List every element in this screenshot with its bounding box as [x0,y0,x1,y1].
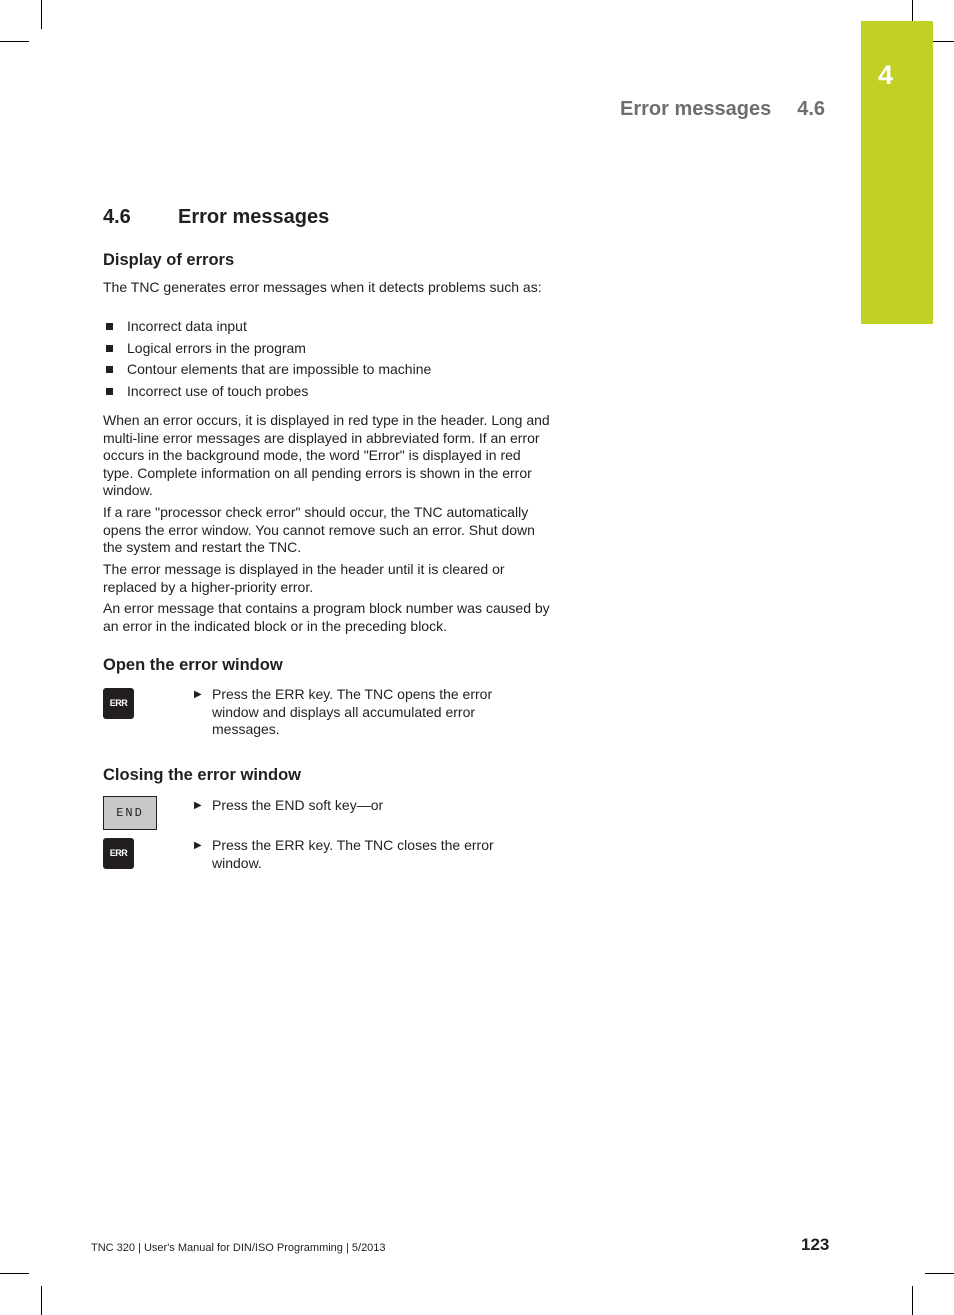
section-number: 4.6 [103,206,131,228]
heading-open-error-window: Open the error window [103,656,283,674]
section-heading: 4.6 Error messages [103,206,329,229]
page-number: 123 [801,1235,830,1254]
square-bullet-icon [106,365,113,373]
step: ▶ Press the ERR key. The TNC closes the … [194,837,494,871]
triangle-right-icon: ▶ [194,840,202,851]
paragraph: An error message that contains a program… [103,600,550,634]
step: ▶ Press the END soft key—or [194,797,384,813]
err-key-icon: ERR [103,838,134,869]
err-key-icon: ERR [103,688,134,719]
list-item: Contour elements that are impossible to … [103,361,431,377]
running-header-title: Error messages [620,98,772,120]
crop-mark [41,1286,42,1315]
running-header: Error messages 4.6 [620,98,825,121]
crop-mark [925,1273,954,1274]
crop-mark [0,41,29,42]
triangle-right-icon: ▶ [194,800,202,811]
footer-text: TNC 320 | User's Manual for DIN/ISO Prog… [91,1242,386,1254]
square-bullet-icon [106,387,113,395]
triangle-right-icon: ▶ [194,689,202,700]
crop-mark [933,41,954,42]
heading-display-of-errors: Display of errors [103,251,235,269]
paragraph: The error message is displayed in the he… [103,561,505,595]
chapter-number: 4 [878,60,894,90]
end-softkey-icon: END [103,796,157,830]
list-item: Logical errors in the program [103,340,306,356]
paragraph: If a rare "processor check error" should… [103,504,535,556]
list-item: Incorrect use of touch probes [103,383,308,399]
section-title: Error messages [178,206,330,228]
crop-mark [912,1286,913,1315]
crop-mark [41,0,42,29]
step: ▶ Press the ERR key. The TNC opens the e… [194,686,493,738]
running-header-section: 4.6 [797,98,826,120]
intro-paragraph: The TNC generates error messages when it… [103,279,542,295]
square-bullet-icon [106,322,113,330]
chapter-tab [861,21,933,324]
square-bullet-icon [106,344,113,352]
list-item: Incorrect data input [103,318,247,334]
heading-closing-error-window: Closing the error window [103,766,302,784]
crop-mark [912,0,913,21]
crop-mark [0,1273,29,1274]
paragraph: When an error occurs, it is displayed in… [103,412,550,499]
